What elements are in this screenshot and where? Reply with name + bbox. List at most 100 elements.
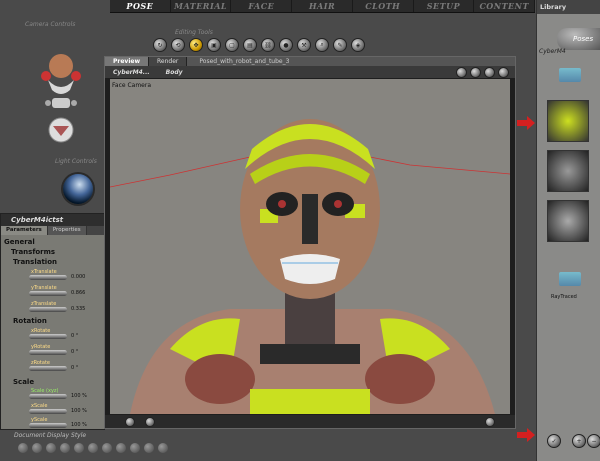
figure-select[interactable]: CyberM4...	[105, 69, 158, 76]
camera-head-icon	[49, 54, 73, 78]
scale-view-icon[interactable]	[498, 66, 509, 78]
folder-raytraced-label: RayTraced	[551, 294, 577, 300]
z-rotate-dial[interactable]	[29, 366, 67, 371]
x-scale-value[interactable]: 100 %	[71, 408, 87, 414]
group-scale[interactable]: Scale	[13, 378, 34, 386]
rotate-tool-icon[interactable]: ↻	[153, 38, 167, 52]
scale-xyz-dial[interactable]	[29, 394, 67, 399]
translate-in-out-tool-icon[interactable]: ▣	[207, 38, 221, 52]
grouping-tool-icon[interactable]: ⚒	[297, 38, 311, 52]
tab-preview[interactable]: Preview	[105, 57, 150, 66]
pose-thumb-1[interactable]	[547, 100, 589, 142]
camera-controls-widget[interactable]	[38, 50, 84, 150]
direct-manipulation-tool-icon[interactable]: ◈	[351, 38, 365, 52]
display-style-button[interactable]	[32, 443, 42, 453]
display-style-button[interactable]	[60, 443, 70, 453]
tab-material[interactable]: MATERIAL	[171, 0, 232, 12]
display-style-button[interactable]	[74, 443, 84, 453]
tab-cloth[interactable]: CLOTH	[353, 0, 414, 12]
display-style-button[interactable]	[130, 443, 140, 453]
tab-setup[interactable]: SETUP	[414, 0, 475, 12]
add-to-library-icon[interactable]: +	[572, 434, 586, 448]
display-style-buttons	[18, 443, 168, 453]
x-rotate-dial[interactable]	[29, 334, 67, 339]
camera-select-icon[interactable]	[470, 66, 481, 78]
pose-thumb-2[interactable]	[547, 150, 589, 192]
x-translate-dial[interactable]	[29, 275, 67, 280]
arrow-right-icon	[517, 428, 535, 442]
tab-properties[interactable]: Properties	[47, 226, 87, 235]
display-style-button[interactable]	[46, 443, 56, 453]
camera-hand-right-icon	[71, 71, 81, 81]
3d-viewport[interactable]: Face Camera	[110, 79, 510, 414]
preview-window: Preview Render Posed_with_robot_and_tube…	[104, 56, 516, 429]
tab-hair[interactable]: HAIR	[292, 0, 353, 12]
shadow-icon[interactable]	[145, 417, 155, 427]
y-rotate-dial[interactable]	[29, 350, 67, 355]
scale-xyz-value[interactable]: 100 %	[71, 393, 87, 399]
render-box-icon[interactable]	[456, 66, 467, 78]
y-rotate-value[interactable]: 0 °	[71, 349, 78, 355]
y-translate-dial[interactable]	[29, 291, 67, 296]
display-style-button[interactable]	[102, 443, 112, 453]
morph-brush-tool-icon[interactable]: ✎	[333, 38, 347, 52]
z-rotate-value[interactable]: 0 °	[71, 365, 78, 371]
tab-parameters[interactable]: Parameters	[1, 226, 48, 235]
remove-from-library-icon[interactable]: −	[587, 434, 600, 448]
group-rotation[interactable]: Rotation	[13, 317, 47, 325]
view-magnifier-tool-icon[interactable]: ⌕	[315, 38, 329, 52]
display-style-button[interactable]	[88, 443, 98, 453]
tab-face[interactable]: FACE	[231, 0, 293, 12]
editing-tools: ↻ ⟲ ✥ ▣ ▢ ▤ ⛓ ● ⚒ ⌕ ✎ ◈	[153, 38, 365, 52]
tab-render[interactable]: Render	[149, 57, 188, 66]
editing-tools-label: Editing Tools	[175, 29, 213, 36]
folder-up-icon[interactable]	[559, 68, 581, 82]
pose-thumb-3[interactable]	[547, 200, 589, 242]
display-style-button[interactable]	[18, 443, 28, 453]
library-panel: Library Poses CyberM4 RayTraced ✓ + −	[536, 0, 600, 461]
taper-tool-icon[interactable]: ▤	[243, 38, 257, 52]
library-folder-name: CyberM4	[539, 48, 566, 55]
body-part-select[interactable]: Body	[158, 69, 191, 76]
folder-raytraced-icon[interactable]	[559, 272, 581, 286]
parameters-panel-title: CyberM4ictst	[1, 214, 104, 226]
group-general[interactable]: General	[4, 238, 35, 246]
y-translate-value[interactable]: 0.866	[71, 290, 85, 296]
translate-tool-icon[interactable]: ✥	[189, 38, 203, 52]
ground-icon[interactable]	[125, 417, 135, 427]
twist-tool-icon[interactable]: ⟲	[171, 38, 185, 52]
document-title: Posed_with_robot_and_tube_3	[199, 58, 290, 65]
y-scale-dial[interactable]	[29, 423, 67, 428]
arrow-right-icon	[517, 116, 535, 130]
x-rotate-value[interactable]: 0 °	[71, 333, 78, 339]
document-display-style-label: Document Display Style	[14, 432, 87, 439]
tab-content[interactable]: CONTENT	[474, 0, 536, 12]
display-style-button[interactable]	[158, 443, 168, 453]
y-scale-value[interactable]: 100 %	[71, 422, 87, 428]
group-transforms[interactable]: Transforms	[11, 248, 55, 256]
zoom-icon[interactable]	[485, 417, 495, 427]
library-category-poses[interactable]: Poses	[557, 28, 600, 50]
chain-break-tool-icon[interactable]: ⛓	[261, 38, 275, 52]
x-translate-value[interactable]: 0.000	[71, 274, 85, 280]
x-scale-dial[interactable]	[29, 409, 67, 414]
display-style-button[interactable]	[116, 443, 126, 453]
preview-bottom-bar	[105, 415, 515, 428]
camera-name-label: Face Camera	[112, 82, 152, 89]
color-tool-icon[interactable]: ●	[279, 38, 293, 52]
robot-figure-render	[110, 119, 510, 414]
light-control-sphere[interactable]	[63, 174, 93, 204]
camera-controls-label: Camera Controls	[25, 21, 76, 28]
light-controls-label: Light Controls	[55, 158, 97, 165]
z-translate-dial[interactable]	[29, 307, 67, 312]
move-xy-icon[interactable]	[484, 66, 495, 78]
group-translation[interactable]: Translation	[13, 258, 57, 266]
parameters-panel: CyberM4ictst Parameters Properties Gener…	[0, 213, 105, 430]
camera-hand-left-icon	[41, 71, 51, 81]
tab-pose[interactable]: POSE	[110, 0, 171, 12]
library-header: Library	[537, 0, 600, 14]
z-translate-value[interactable]: 0.335	[71, 306, 85, 312]
apply-pose-icon[interactable]: ✓	[547, 434, 561, 448]
scale-tool-icon[interactable]: ▢	[225, 38, 239, 52]
display-style-button[interactable]	[144, 443, 154, 453]
